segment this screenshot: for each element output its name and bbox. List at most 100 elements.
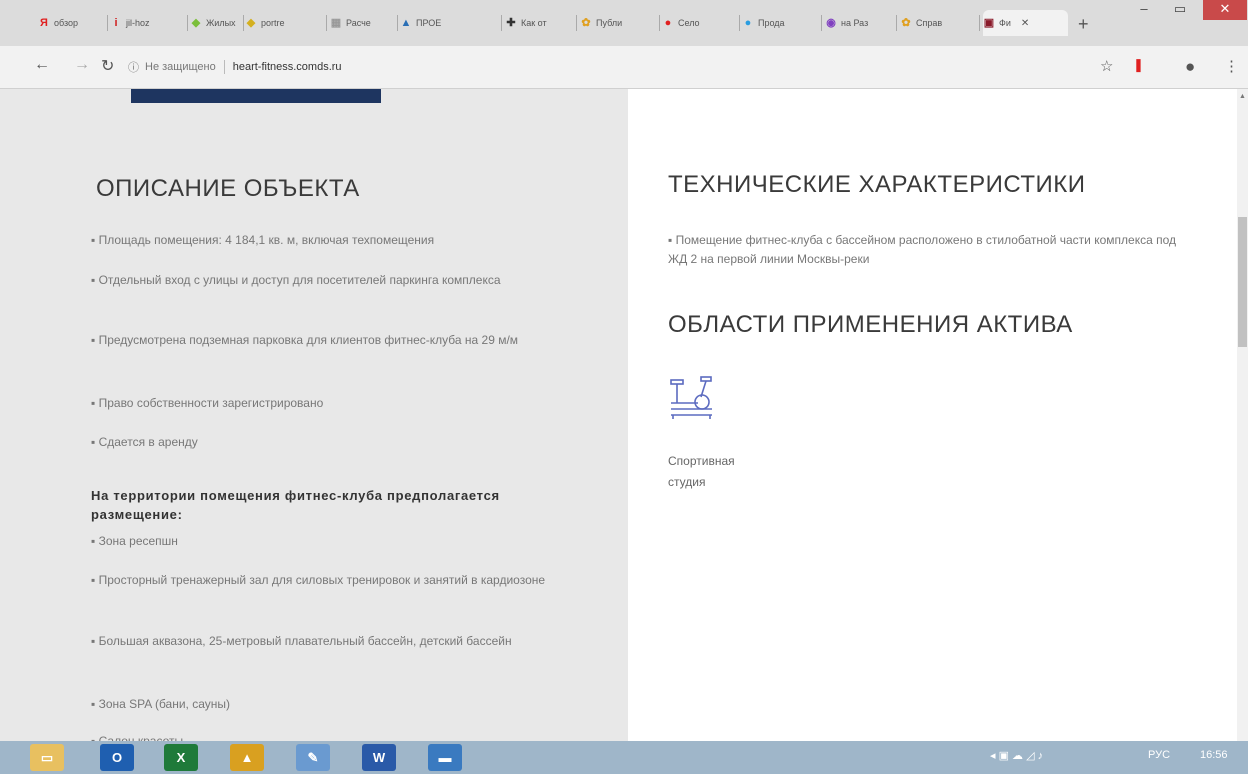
tab-label: Расче xyxy=(346,18,371,28)
divider xyxy=(223,60,225,74)
list-item: ▪ Отдельный вход с улицы и доступ для по… xyxy=(91,273,501,287)
tab-favicon-icon: ▲ xyxy=(400,17,412,29)
placement-heading: На территории помещения фитнес-клуба пре… xyxy=(91,488,500,522)
technical-panel: ТЕХНИЧЕСКИЕ ХАРАКТЕРИСТИКИ ▪ Помещение ф… xyxy=(628,89,1237,741)
tab-label: Публи xyxy=(596,18,623,28)
blue-banner xyxy=(131,89,381,103)
menu-icon[interactable]: ⋮ xyxy=(1224,57,1239,75)
tech-item: ▪ Помещение фитнес-клуба с бассейном рас… xyxy=(668,233,1177,266)
areas-heading: ОБЛАСТИ ПРИМЕНЕНИЯ АКТИВА xyxy=(668,311,1073,338)
tab-divider xyxy=(659,15,660,31)
scroll-up-icon[interactable]: ▲ xyxy=(1239,93,1246,100)
browser-tab-strip: Яобзор i jil-hoz ◆ Жилых ◆ portre ▦ Расче ▲ ПРОЕ ✚ К… xyxy=(0,0,1248,46)
tab-label: jil-hoz xyxy=(126,18,150,28)
close-tab-icon[interactable]: ✕ xyxy=(1021,18,1029,29)
page-content: ОПИСАНИЕ ОБЪЕКТА ▪ Площадь помещения: 4 … xyxy=(0,89,1237,748)
tab-favicon-icon: ◉ xyxy=(826,17,836,29)
tab-label: Как от xyxy=(521,18,547,28)
star-bookmark-icon[interactable]: ☆ xyxy=(1100,57,1113,75)
area-label-line2: студия xyxy=(668,475,706,489)
language-indicator[interactable]: РУС xyxy=(1148,749,1170,761)
list-item: ▪ Просторный тренажерный зал для силовых… xyxy=(91,573,546,587)
list-item: ▪ Сдается в аренду xyxy=(91,435,198,449)
browser-tab[interactable]: ▦ Расче xyxy=(330,12,398,34)
tab-label: Село xyxy=(678,18,700,28)
reload-button[interactable]: ↻ xyxy=(101,56,114,76)
browser-tab[interactable]: ● Село xyxy=(662,12,740,34)
minimize-button[interactable]: – xyxy=(1130,0,1158,20)
tab-divider xyxy=(576,15,577,31)
tab-divider xyxy=(896,15,897,31)
exercise-bike-icon xyxy=(668,375,718,421)
tab-divider xyxy=(739,15,740,31)
close-window-button[interactable]: ✕ xyxy=(1203,0,1247,20)
windows-taskbar: ▭ O X ▲ ✎ W ▬ ◂ ▣ ☁ ◿ ♪ РУС 16:56 xyxy=(0,741,1248,774)
browser-tab[interactable]: Яобзор xyxy=(38,12,108,34)
outlook-taskbar-icon[interactable]: O xyxy=(100,744,134,771)
browser-tab[interactable]: ◆ Жилых xyxy=(190,12,244,34)
tab-divider xyxy=(107,15,108,31)
excel-taskbar-icon[interactable]: X xyxy=(164,744,198,771)
list-item: ▪ Предусмотрена подземная парковка для к… xyxy=(91,333,519,347)
browser-tab[interactable]: ◆ portre xyxy=(245,12,327,34)
browser-tab[interactable]: ✿ Справ xyxy=(900,12,980,34)
tab-favicon-icon: Я xyxy=(40,17,48,29)
explorer-taskbar-icon[interactable]: ▭ xyxy=(30,744,64,771)
tab-divider xyxy=(501,15,502,31)
back-button[interactable]: ← xyxy=(34,56,50,74)
tray-icons[interactable]: ◂ ▣ ☁ ◿ ♪ xyxy=(990,749,1043,762)
tab-favicon-icon: ✚ xyxy=(506,17,516,29)
new-tab-button[interactable]: + xyxy=(1078,14,1089,35)
tab-favicon-icon: ▣ xyxy=(983,17,995,29)
tab-label: на Раз xyxy=(841,18,869,28)
tab-favicon-icon: i xyxy=(114,17,118,29)
object-description-heading: ОПИСАНИЕ ОБЪЕКТА xyxy=(96,175,360,202)
tab-label: ПРОЕ xyxy=(416,18,442,28)
browser-tab[interactable]: ▲ ПРОЕ xyxy=(400,12,502,34)
tab-divider xyxy=(397,15,398,31)
tab-divider xyxy=(979,15,980,31)
browser-tab[interactable]: ✿ Публи xyxy=(580,12,660,34)
tab-favicon-icon: ▦ xyxy=(330,17,342,29)
clock[interactable]: 16:56 xyxy=(1200,749,1228,761)
tab-favicon-icon: ✿ xyxy=(901,17,911,29)
list-item: ▪ Площадь помещения: 4 184,1 кв. м, вклю… xyxy=(91,233,435,247)
page-scrollbar[interactable]: ▲ xyxy=(1237,89,1248,741)
maximize-button[interactable]: ▭ xyxy=(1160,0,1200,20)
extension-icon[interactable]: ❚ xyxy=(1133,57,1144,73)
tab-favicon-icon: ◆ xyxy=(191,17,201,29)
word-taskbar-icon[interactable]: W xyxy=(362,744,396,771)
area-label-line1: Спортивная xyxy=(668,454,735,468)
tab-divider xyxy=(243,15,244,31)
tab-label: Справ xyxy=(916,18,943,28)
object-description-panel: ОПИСАНИЕ ОБЪЕКТА ▪ Площадь помещения: 4 … xyxy=(0,89,628,748)
list-item: ▪ Большая аквазона, 25-метровый плавател… xyxy=(91,634,512,648)
browser-tab[interactable]: ▣ Фи ✕ xyxy=(983,10,1068,36)
tab-favicon-icon: ● xyxy=(744,17,752,29)
browser-tab[interactable]: ● Прода xyxy=(742,12,822,34)
browser-toolbar: ← → ↻ ⓘ Не защищено heart-fitness.comds.… xyxy=(0,46,1248,89)
list-item: ▪ Зона SPA (бани, сауны) xyxy=(91,697,230,711)
url-host: heart-fitness.comds.ru xyxy=(232,61,342,73)
tab-favicon-icon: ✿ xyxy=(581,17,591,29)
tab-divider xyxy=(326,15,327,31)
paint-taskbar-icon[interactable]: ✎ xyxy=(296,744,330,771)
browser-tab[interactable]: i jil-hoz xyxy=(110,12,188,34)
tab-label: portre xyxy=(261,18,285,28)
tab-favicon-icon: ● xyxy=(664,17,672,29)
list-item: ▪ Право собственности зарегистрировано xyxy=(91,396,324,410)
security-label: Не защищено xyxy=(145,61,216,73)
tab-label: Фи xyxy=(999,18,1011,28)
screen-taskbar-icon[interactable]: ▬ xyxy=(428,744,462,771)
browser-tab[interactable]: ◉ на Раз xyxy=(825,12,897,34)
tab-label: Жилых xyxy=(206,18,236,28)
tab-favicon-icon: ◆ xyxy=(246,17,256,29)
chart-taskbar-icon[interactable]: ▲ xyxy=(230,744,264,771)
profile-icon[interactable]: ● xyxy=(1185,57,1195,77)
address-bar[interactable]: ⓘ Не защищено heart-fitness.comds.ru xyxy=(128,55,1108,79)
forward-button[interactable]: → xyxy=(74,56,90,74)
browser-tab[interactable]: ✚ Как от xyxy=(505,12,577,34)
tab-divider xyxy=(187,15,188,31)
scrollbar-thumb[interactable] xyxy=(1238,217,1247,347)
info-icon[interactable]: ⓘ xyxy=(128,59,139,75)
